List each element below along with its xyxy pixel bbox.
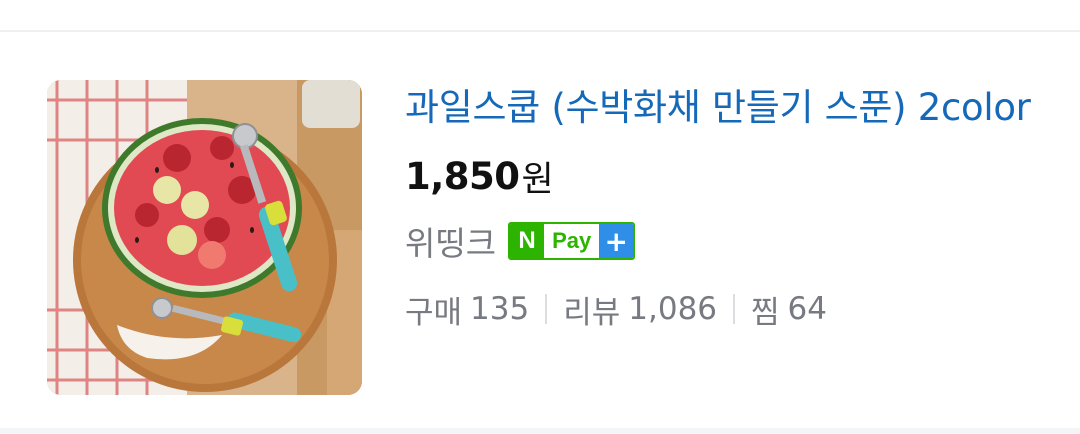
wish-count[interactable]: 찜 64 [751,287,827,332]
plus-icon: + [599,224,634,258]
npay-label: Pay [544,224,600,258]
seller-name[interactable]: 위띵크 [405,217,496,265]
purchase-value: 135 [470,291,530,327]
stat-divider [545,294,548,324]
npay-badge: N Pay + [508,222,636,260]
product-title[interactable]: 과일스쿱 (수박화채 만들기 스푼) 2color [405,78,1045,138]
watermelon-photo [47,80,362,395]
product-stats: 구매 135 리뷰 1,086 찜 64 [405,286,1045,332]
seller-row: 위띵크 N Pay + [405,218,1045,264]
wish-label: 찜 [751,294,780,331]
wish-value: 64 [787,291,827,327]
bottom-divider [0,428,1080,434]
price-value: 1,850 [405,154,520,198]
naver-n-icon: N [510,224,545,258]
product-card[interactable]: 과일스쿱 (수박화채 만들기 스푼) 2color 1,850 원 위띵크 N … [0,32,1080,428]
stat-divider [733,294,736,324]
price: 1,850 원 [405,148,1045,204]
review-count[interactable]: 리뷰 1,086 [563,287,717,332]
product-info: 과일스쿱 (수박화채 만들기 스푼) 2color 1,850 원 위띵크 N … [405,78,1045,332]
price-unit: 원 [521,159,554,200]
review-value: 1,086 [628,291,718,327]
purchase-count: 구매 135 [405,287,529,332]
product-thumbnail[interactable] [47,80,362,395]
review-label: 리뷰 [563,294,621,331]
purchase-label: 구매 [405,294,463,331]
